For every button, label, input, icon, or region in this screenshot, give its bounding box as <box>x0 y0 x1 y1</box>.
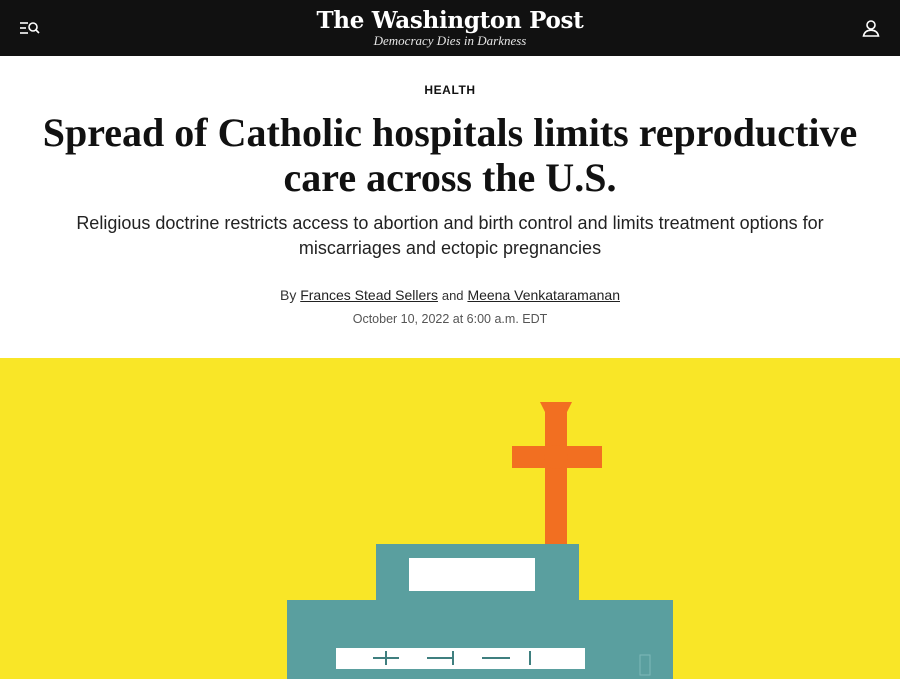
headline-line-2: care across the U.S. <box>283 155 617 200</box>
byline: By Frances Stead Sellers and Meena Venka… <box>0 287 900 303</box>
hospital-illustration <box>287 402 673 679</box>
author-link-1[interactable]: Frances Stead Sellers <box>300 287 438 303</box>
headline-line-1: Spread of Catholic hospitals limits repr… <box>42 110 858 155</box>
lead-illustration <box>0 358 900 679</box>
subheadline-line-1: Religious doctrine restricts access to a… <box>76 213 824 233</box>
cross-icon <box>512 402 602 545</box>
masthead: The Washington Post Democracy Dies in Da… <box>0 7 900 48</box>
byline-and: and <box>441 288 464 303</box>
building-sign <box>409 558 535 591</box>
article-subheadline: Religious doctrine restricts access to a… <box>40 211 860 261</box>
site-logo[interactable]: The Washington Post <box>0 7 900 34</box>
top-navigation-bar: The Washington Post Democracy Dies in Da… <box>0 0 900 56</box>
article-headline: Spread of Catholic hospitals limits repr… <box>40 110 860 200</box>
publish-timestamp: October 10, 2022 at 6:00 a.m. EDT <box>352 312 548 326</box>
byline-prefix: By <box>279 287 297 303</box>
section-label[interactable]: HEALTH <box>0 83 900 97</box>
site-tagline: Democracy Dies in Darkness <box>373 33 527 48</box>
author-link-2[interactable]: Meena Venkataramanan <box>467 287 620 303</box>
user-icon[interactable] <box>860 17 882 39</box>
subheadline-line-2: miscarriages and ectopic pregnancies <box>298 238 602 258</box>
